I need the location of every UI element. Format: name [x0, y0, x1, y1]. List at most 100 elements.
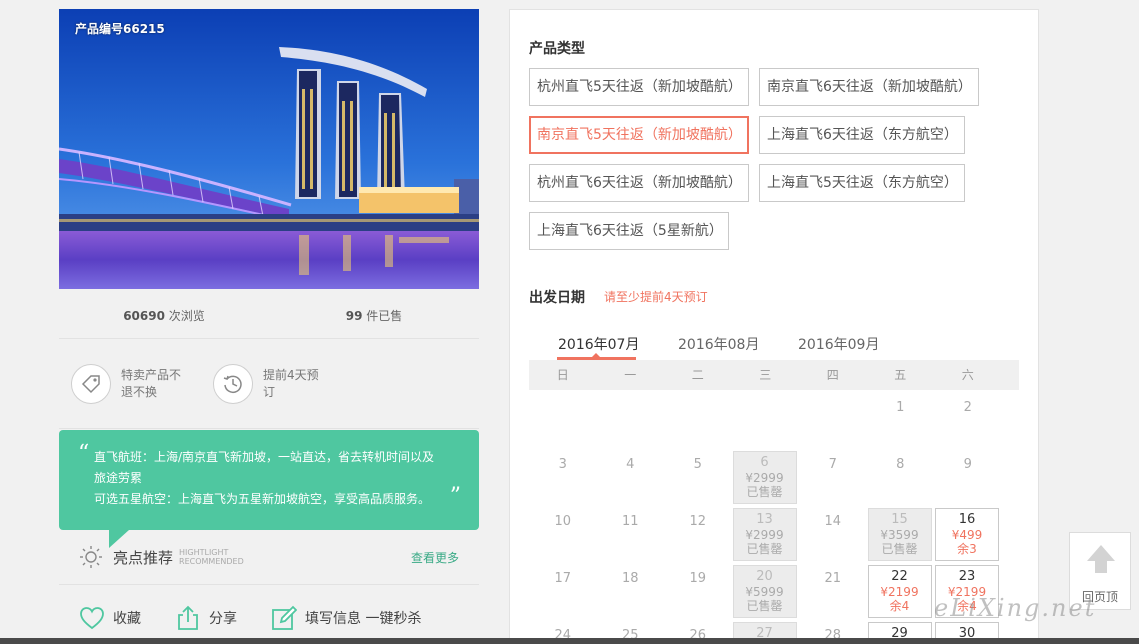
sold-out-date: 6 ¥2999 已售罄 — [732, 451, 797, 504]
day-number: 11 — [621, 514, 639, 529]
day-number: 14 — [824, 514, 842, 529]
weekday-label: 三 — [759, 368, 772, 382]
fill-info-button[interactable]: 填写信息 一键秒杀 — [271, 605, 421, 631]
calendar-day[interactable]: 22 ¥2199 余4 — [867, 561, 935, 618]
calendar-day: 7 — [799, 447, 867, 504]
highlight-bubble: “ 直飞航班：上海/南京直飞新加坡，一站直达，省去转机时间以及旅途劳累 可选五星… — [59, 430, 479, 548]
calendar-day — [664, 390, 732, 447]
features-row: 特卖产品不退不换 提前4天预订 — [59, 339, 479, 429]
weekday-label: 二 — [691, 368, 704, 382]
product-type-option[interactable]: 上海直飞6天往返（5星新航） — [529, 212, 729, 250]
day-number: 16 — [958, 512, 976, 527]
month-tabs: 2016年07月 2016年08月 2016年09月 — [529, 328, 1019, 360]
day-number: 1 — [896, 400, 905, 415]
month-tab-active[interactable]: 2016年07月 — [558, 334, 639, 354]
highlight-en-2: RECOMMENDED — [179, 557, 244, 566]
day-note: 已售罄 — [746, 599, 783, 613]
open-quote-icon: “ — [78, 441, 90, 466]
product-id-label: 产品编号66215 — [75, 22, 165, 36]
calendar-day: 18 — [597, 561, 665, 618]
product-summary: 产品编号66215 60690 次浏览 99 件已售 特卖产品不退不换 提前4天… — [59, 9, 479, 644]
sold-out-date: 15 ¥3599 已售罄 — [867, 508, 932, 561]
product-type-option[interactable]: 上海直飞6天往返（东方航空） — [759, 116, 965, 154]
calendar-day: 19 — [664, 561, 732, 618]
day-number: 6 — [760, 455, 769, 470]
product-photo: 产品编号66215 — [59, 9, 479, 289]
day-number: 10 — [554, 514, 572, 529]
favorite-label: 收藏 — [113, 611, 141, 627]
day-price: ¥3599 — [880, 528, 919, 542]
feature-text: 提前4天预订 — [263, 367, 319, 399]
available-date[interactable]: 22 ¥2199 余4 — [867, 565, 932, 618]
calendar-day: 21 — [799, 561, 867, 618]
day-number: 4 — [626, 457, 635, 472]
day-price: ¥5999 — [745, 585, 784, 599]
calendar-day: 5 — [664, 447, 732, 504]
calendar-day: 17 — [529, 561, 597, 618]
views-stat: 60690 次浏览 — [59, 289, 269, 338]
product-type-option[interactable]: 杭州直飞6天往返（新加坡酷航） — [529, 164, 749, 202]
weekday-header: 日一二三四五六 — [529, 360, 1019, 390]
weekday-label: 一 — [624, 368, 637, 382]
fill-info-label: 填写信息 一键秒杀 — [305, 611, 422, 627]
calendar-day: 4 — [597, 447, 665, 504]
calendar-day: 10 — [529, 504, 597, 561]
day-number: 2 — [963, 400, 972, 415]
calendar-week: 3 4 5 6 ¥2999 已售罄 7 8 9 — [529, 447, 1019, 504]
departure-date-title: 出发日期 — [529, 290, 585, 306]
calendar-day: 15 ¥3599 已售罄 — [867, 504, 935, 561]
views-count: 60690 — [123, 309, 165, 323]
day-price: ¥499 — [951, 528, 983, 542]
action-bar: 收藏 分享 填写信息 一键秒杀 — [59, 585, 479, 644]
bottom-bar — [0, 638, 1139, 644]
calendar-day — [799, 390, 867, 447]
booking-tip: 请至少提前4天预订 — [604, 290, 708, 304]
day-number: 22 — [891, 569, 908, 584]
bubble-line-2: 可选五星航空：上海直飞为五星新加坡航空，享受高品质服务。 — [94, 492, 431, 506]
see-more-link[interactable]: 查看更多 — [411, 549, 459, 566]
day-number: 19 — [689, 571, 707, 586]
day-number: 13 — [756, 512, 773, 527]
day-note: 已售罄 — [746, 542, 783, 556]
product-type-option[interactable]: 上海直飞5天往返（东方航空） — [759, 164, 965, 202]
favorite-button[interactable]: 收藏 — [79, 606, 141, 630]
month-tab-caret — [591, 353, 601, 358]
weekday-label: 日 — [556, 368, 569, 382]
day-number: 17 — [554, 571, 572, 586]
product-type-option[interactable]: 南京直飞6天往返（新加坡酷航） — [759, 68, 979, 106]
day-note: 已售罄 — [881, 542, 918, 556]
day-number: 3 — [558, 457, 567, 472]
share-button[interactable]: 分享 — [175, 605, 237, 631]
calendar-day: 12 — [664, 504, 732, 561]
product-type-option-selected[interactable]: 南京直飞5天往返（新加坡酷航） — [529, 116, 749, 154]
day-number: 18 — [621, 571, 639, 586]
calendar-day — [529, 390, 597, 447]
up-arrow-icon — [1087, 545, 1115, 573]
product-stats: 60690 次浏览 99 件已售 — [59, 289, 479, 339]
day-number: 20 — [756, 569, 773, 584]
booking-panel: 产品类型 杭州直飞5天往返（新加坡酷航） 南京直飞6天往返（新加坡酷航） 南京直… — [509, 9, 1039, 644]
day-price: ¥2999 — [745, 528, 784, 542]
sold-count: 99 — [345, 309, 363, 323]
month-tab[interactable]: 2016年09月 — [798, 334, 879, 354]
calendar-day: 1 — [867, 390, 935, 447]
day-number: 21 — [824, 571, 842, 586]
calendar-day[interactable]: 16 ¥499 余3 — [934, 504, 1002, 561]
clock-icon — [213, 363, 253, 404]
calendar-day: 3 — [529, 447, 597, 504]
bubble-tail — [109, 530, 129, 548]
product-type-title: 产品类型 — [529, 41, 585, 57]
day-number: 7 — [828, 457, 837, 472]
sold-out-date: 20 ¥5999 已售罄 — [732, 565, 797, 618]
close-quote-icon: ” — [449, 484, 461, 509]
highlight-en: HIGHTLIGHT RECOMMENDED — [179, 548, 244, 566]
day-note: 已售罄 — [746, 485, 783, 499]
feature-advance-booking: 提前4天预订 — [213, 363, 325, 404]
calendar-day — [597, 390, 665, 447]
product-type-option[interactable]: 杭州直飞5天往返（新加坡酷航） — [529, 68, 749, 106]
watermark: eLiXing.net — [934, 594, 1097, 622]
sold-stat: 99 件已售 — [269, 289, 479, 338]
available-date[interactable]: 16 ¥499 余3 — [935, 508, 999, 561]
day-number: 23 — [958, 569, 976, 584]
month-tab[interactable]: 2016年08月 — [678, 334, 759, 354]
